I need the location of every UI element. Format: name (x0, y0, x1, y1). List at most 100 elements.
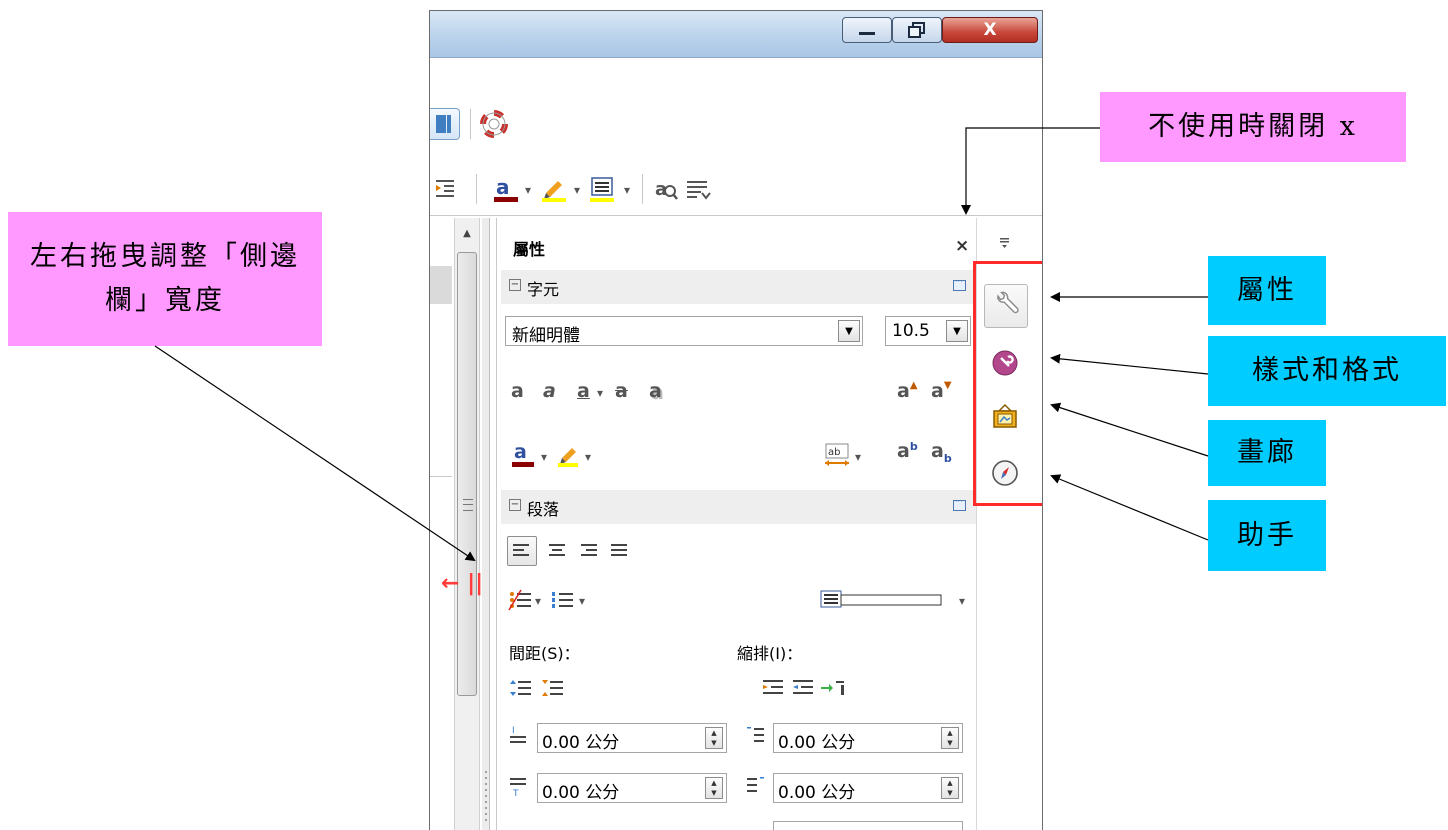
minimize-button[interactable] (842, 17, 892, 43)
dropdown-arrow-icon[interactable]: ▾ (574, 183, 580, 197)
more-options-icon[interactable] (953, 277, 966, 291)
title-bar[interactable]: X (430, 11, 1042, 58)
superscript-button[interactable]: ab (897, 440, 918, 462)
scroll-up-arrow-icon[interactable]: ▲ (455, 224, 479, 242)
toolbar-separator (642, 174, 643, 204)
document-area[interactable] (430, 216, 454, 830)
shadow-button[interactable]: a (649, 380, 662, 402)
italic-button[interactable]: a (543, 380, 556, 402)
highlight-button[interactable] (540, 175, 568, 203)
increase-indent-button[interactable] (759, 676, 787, 704)
dropdown-arrow-icon[interactable]: ▾ (597, 386, 603, 400)
page-rule (430, 476, 452, 477)
font-color-icon: a (512, 441, 534, 467)
standard-toolbar (430, 104, 1042, 144)
arrow-styles (1050, 353, 1209, 375)
arrow-navigator (1050, 474, 1209, 541)
decrease-paragraph-spacing-icon (542, 680, 563, 696)
increase-spacing-button[interactable] (507, 676, 535, 704)
strikethrough-button[interactable]: a (615, 380, 628, 402)
character-spacing-icon: ab (825, 443, 849, 466)
decrease-indent-icon (793, 680, 813, 694)
dropdown-arrow-icon[interactable]: ▾ (959, 594, 965, 608)
sidebar-deck: 屬性 × − 字元 新細明體 ▼ 10.5 ▼ a a a ▾ a a a▲ a… (496, 218, 977, 830)
align-right-button[interactable] (575, 536, 603, 568)
callout-navigator: 助手 (1208, 500, 1326, 571)
italic-icon: a (543, 380, 556, 402)
character-section-header[interactable]: − 字元 (501, 270, 977, 304)
after-indent-spinfield[interactable]: 0.00 公分 ▲ ▼ (773, 773, 963, 803)
justify-icon (611, 544, 627, 556)
sidebar-highlight-button[interactable] (557, 442, 581, 472)
find-icon: a (655, 179, 678, 200)
spin-arrows-icon[interactable]: ▲ ▼ (941, 777, 959, 799)
sidebar-font-color-button[interactable]: a (511, 440, 537, 472)
spin-arrows-icon[interactable]: ▲ ▼ (705, 777, 723, 799)
increase-indent-icon (763, 680, 783, 694)
character-section-title: 字元 (527, 280, 560, 299)
dropdown-arrow-icon[interactable]: ▾ (624, 183, 630, 197)
hanging-indent-button[interactable] (819, 676, 847, 704)
justify-button[interactable] (605, 536, 633, 568)
after-indent-icon (745, 774, 767, 802)
lifebuoy-help-icon (480, 110, 508, 138)
sidebar-splitter[interactable] (482, 218, 490, 830)
deck-close-button[interactable]: × (955, 236, 969, 256)
align-center-button[interactable] (543, 536, 571, 568)
align-left-button[interactable] (507, 536, 537, 566)
spin-arrows-icon[interactable]: ▲ ▼ (705, 727, 723, 749)
page-edge (430, 266, 452, 304)
subscript-button[interactable]: ab (931, 440, 952, 465)
font-name-combobox[interactable]: 新細明體 ▼ (505, 316, 863, 346)
chevron-down-icon[interactable]: ▼ (838, 320, 860, 342)
paragraph-section-title: 段落 (527, 500, 560, 519)
paragraph-section-header[interactable]: − 段落 (501, 490, 977, 524)
maximize-button[interactable] (892, 17, 942, 43)
decrease-indent-button[interactable] (789, 676, 817, 704)
find-replace-button[interactable]: a (652, 175, 680, 203)
collapse-minus-icon[interactable]: − (509, 499, 521, 511)
above-spacing-spinfield[interactable]: 0.00 公分 ▲ ▼ (537, 723, 727, 753)
indent-button[interactable] (432, 175, 460, 203)
bullets-button[interactable] (507, 586, 535, 618)
window-close-button[interactable]: X (942, 17, 1038, 43)
more-options-icon[interactable] (953, 497, 966, 511)
chevron-down-icon[interactable]: ▼ (946, 320, 968, 342)
spin-arrows-icon[interactable]: ▲ ▼ (941, 727, 959, 749)
shadow-icon: a (649, 380, 662, 402)
dropdown-arrow-icon[interactable]: ▾ (585, 450, 591, 464)
line-spacing-spinfield-partial[interactable] (773, 821, 963, 830)
dropdown-arrow-icon[interactable]: ▾ (525, 183, 531, 197)
subscript-icon: a (931, 440, 944, 462)
align-right-icon (581, 544, 597, 556)
before-indent-spinfield[interactable]: 0.00 公分 ▲ ▼ (773, 723, 963, 753)
toolbar-button-partial[interactable] (430, 108, 460, 140)
background-color-button[interactable] (588, 175, 616, 203)
collapse-minus-icon[interactable]: − (509, 279, 521, 291)
below-spacing-spinfield[interactable]: 0.00 公分 ▲ ▼ (537, 773, 727, 803)
svg-text:a: a (514, 441, 527, 463)
shrink-font-button[interactable]: a▼ (931, 380, 952, 402)
help-button[interactable] (480, 110, 508, 138)
menu-icon (1000, 238, 1009, 248)
dropdown-arrow-icon[interactable]: ▾ (579, 594, 585, 608)
dropdown-arrow-icon[interactable]: ▾ (855, 450, 861, 464)
callout-properties-text: 屬性 (1237, 274, 1297, 306)
decrease-spacing-button[interactable] (539, 676, 567, 704)
underline-button[interactable]: a (577, 380, 590, 402)
dropdown-arrow-icon[interactable]: ▾ (541, 450, 547, 464)
numbering-button[interactable] (549, 586, 577, 618)
bold-button[interactable]: a (511, 380, 524, 402)
scrollbar-thumb[interactable] (457, 252, 477, 696)
font-color-button[interactable]: a (492, 175, 520, 203)
formatting-marks-button[interactable] (684, 175, 712, 203)
paragraph-background-button[interactable] (819, 586, 947, 618)
grow-font-button[interactable]: a▲ (897, 380, 918, 402)
character-spacing-button[interactable]: ab (823, 442, 851, 472)
sidebar-menu-button[interactable] (998, 236, 1012, 254)
dropdown-arrow-icon[interactable]: ▾ (535, 594, 541, 608)
sidebar-toggle-icon (436, 115, 451, 133)
font-size-combobox[interactable]: 10.5 ▼ (885, 316, 971, 346)
font-color-icon: a (494, 175, 518, 202)
vertical-scrollbar[interactable]: ▲ (454, 218, 480, 830)
